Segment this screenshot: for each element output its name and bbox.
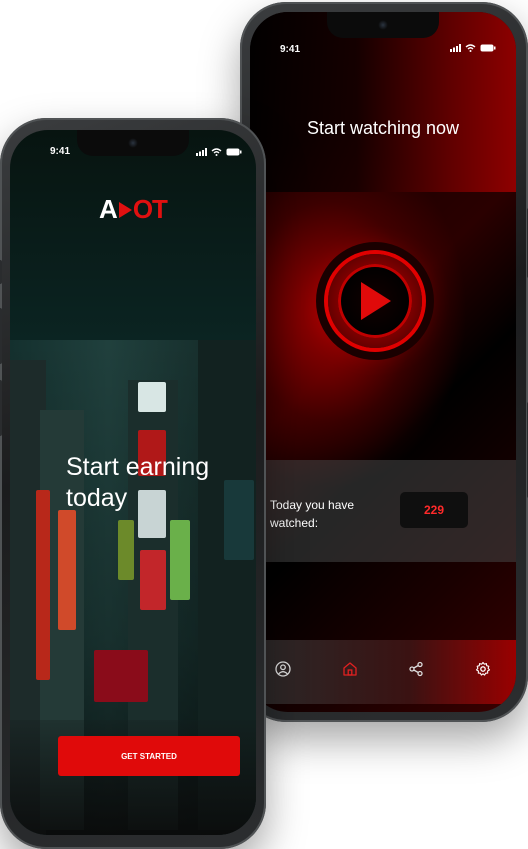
front-phone: 9:41 A OT Start earning today GET STARTED bbox=[0, 118, 266, 849]
play-button[interactable] bbox=[328, 254, 422, 348]
watch-count: 229 bbox=[400, 492, 468, 528]
notch bbox=[77, 130, 189, 156]
app-logo: A OT bbox=[10, 194, 256, 225]
status-time: 9:41 bbox=[280, 44, 301, 55]
nav-home[interactable] bbox=[336, 655, 364, 683]
back-phone: 9:41 Start watching now Today you have w… bbox=[240, 2, 528, 722]
wifi-icon bbox=[211, 148, 222, 156]
watch-stats-panel: Today you have watched: 229 bbox=[250, 460, 516, 562]
home-icon bbox=[343, 662, 357, 676]
battery-icon bbox=[226, 148, 242, 156]
welcome-heading: Start earning today bbox=[66, 453, 210, 512]
side-button bbox=[0, 308, 2, 364]
camera bbox=[378, 20, 388, 30]
play-icon bbox=[361, 282, 391, 320]
status-icons bbox=[450, 44, 496, 52]
watch-title: Start watching now bbox=[306, 118, 460, 138]
notch bbox=[327, 12, 439, 38]
watch-label: Today you have watched: bbox=[270, 498, 355, 530]
settings-icon bbox=[475, 661, 490, 676]
battery-icon bbox=[480, 44, 496, 52]
logo-text: OT bbox=[132, 194, 168, 224]
signal-icon bbox=[450, 44, 461, 52]
nav-settings[interactable] bbox=[469, 655, 497, 683]
side-button bbox=[0, 260, 2, 284]
side-button bbox=[0, 380, 2, 436]
profile-icon bbox=[275, 661, 291, 677]
signal-icon bbox=[196, 148, 207, 156]
status-time: 9:41 bbox=[50, 146, 71, 157]
nav-share[interactable] bbox=[402, 655, 430, 683]
get-started-button[interactable]: GET STARTED bbox=[58, 736, 240, 776]
wifi-icon bbox=[465, 44, 476, 52]
background-glow bbox=[250, 12, 516, 192]
camera bbox=[128, 138, 138, 148]
welcome-screen: 9:41 A OT Start earning today GET STARTED bbox=[10, 130, 256, 835]
logo-letter: A bbox=[99, 194, 118, 224]
bottom-nav bbox=[250, 640, 516, 704]
logo-play-icon bbox=[118, 202, 132, 218]
status-icons bbox=[196, 148, 242, 156]
share-icon bbox=[409, 661, 423, 677]
nav-profile[interactable] bbox=[269, 655, 297, 683]
watch-screen: 9:41 Start watching now Today you have w… bbox=[250, 12, 516, 712]
play-button-inner bbox=[338, 264, 412, 338]
